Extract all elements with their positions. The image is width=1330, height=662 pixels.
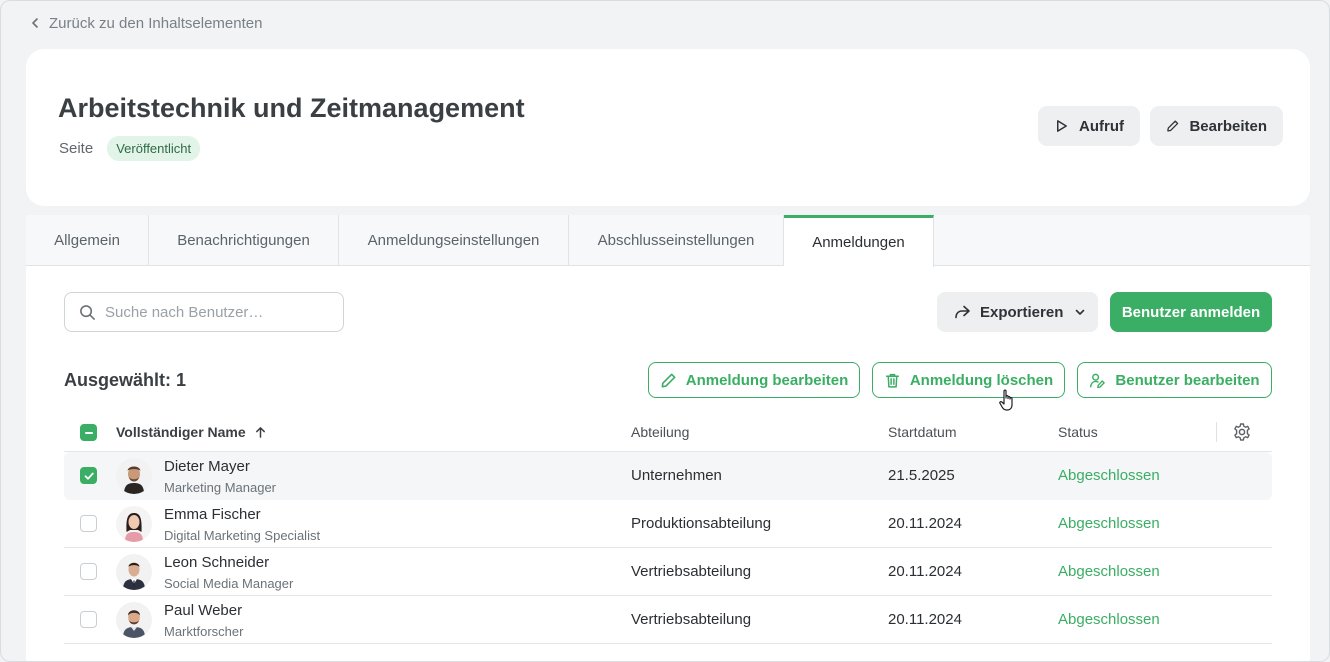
edit-user-label: Benutzer bearbeiten <box>1115 371 1260 389</box>
department-cell: Unternehmen <box>631 467 722 484</box>
avatar <box>116 506 152 542</box>
call-button-label: Aufruf <box>1079 117 1124 135</box>
chevron-down-icon <box>1076 309 1085 315</box>
meta-row: Seite Veröffentlicht <box>59 136 201 161</box>
row-checkbox[interactable] <box>80 467 97 484</box>
user-name: Dieter Mayer <box>164 458 250 475</box>
start-date-cell: 20.11.2024 <box>888 563 962 580</box>
column-header-name[interactable]: Vollständiger Name <box>116 424 267 440</box>
row-checkbox[interactable] <box>80 515 97 532</box>
start-date-cell: 21.5.2025 <box>888 467 955 484</box>
edit-button-label: Bearbeiten <box>1189 117 1267 135</box>
column-header-name-label: Vollständiger Name <box>116 424 246 440</box>
back-link-label: Zurück zu den Inhaltselementen <box>49 14 263 32</box>
trash-icon <box>885 373 899 388</box>
enroll-user-button[interactable]: Benutzer anmelden <box>1110 292 1272 332</box>
avatar-image <box>116 458 152 494</box>
user-name: Paul Weber <box>164 602 243 619</box>
user-role: Social Media Manager <box>164 576 294 591</box>
search-box <box>64 292 344 332</box>
tab-bar: Allgemein Benachrichtigungen Anmeldungse… <box>26 215 1310 267</box>
user-role: Digital Marketing Specialist <box>164 528 321 543</box>
gear-icon[interactable] <box>1232 422 1252 442</box>
user-name: Emma Fischer <box>164 506 261 523</box>
start-date-cell: 20.11.2024 <box>888 515 962 532</box>
user-name: Leon Schneider <box>164 554 270 571</box>
share-icon <box>955 305 970 319</box>
select-all-checkbox[interactable] <box>80 424 97 441</box>
department-cell: Vertriebsabteilung <box>631 611 752 628</box>
table-header: Vollständiger Name Abteilung Startdatum … <box>64 412 1272 452</box>
call-button[interactable]: Aufruf <box>1038 106 1140 146</box>
page-title: Arbeitstechnik und Zeitmanagement <box>58 93 525 123</box>
header-divider <box>1216 422 1217 442</box>
edit-user-button[interactable]: Benutzer bearbeiten <box>1077 362 1272 398</box>
edit-enrollment-label: Anmeldung bearbeiten <box>685 371 849 389</box>
avatar <box>116 458 152 494</box>
avatar-image <box>116 602 152 638</box>
enrollments-table: Vollständiger Name Abteilung Startdatum … <box>64 412 1272 644</box>
back-link[interactable]: Zurück zu den Inhaltselementen <box>29 13 262 33</box>
main-panel: Allgemein Benachrichtigungen Anmeldungse… <box>26 215 1310 661</box>
table-row[interactable]: Paul Weber Marktforscher Vertriebsabteil… <box>64 596 1272 644</box>
avatar <box>116 602 152 638</box>
pencil-icon <box>1167 120 1179 132</box>
selection-count: Ausgewählt: 1 <box>64 370 187 390</box>
tab-anmeldungen[interactable]: Anmeldungen <box>784 215 934 267</box>
app-window: Zurück zu den Inhaltselementen Arbeitste… <box>0 0 1330 662</box>
status-badge: Veröffentlicht <box>107 136 201 161</box>
export-button[interactable]: Exportieren <box>937 292 1098 332</box>
department-cell: Produktionsabteilung <box>631 515 772 532</box>
tab-benachrichtigungen[interactable]: Benachrichtigungen <box>149 215 339 266</box>
delete-enrollment-button[interactable]: Anmeldung löschen <box>872 362 1065 398</box>
status-cell: Abgeschlossen <box>1058 467 1160 484</box>
table-row[interactable]: Dieter Mayer Marketing Manager Unternehm… <box>64 452 1272 500</box>
user-role: Marketing Manager <box>164 480 276 495</box>
row-checkbox[interactable] <box>80 563 97 580</box>
status-cell: Abgeschlossen <box>1058 563 1160 580</box>
delete-enrollment-label: Anmeldung löschen <box>909 371 1054 389</box>
avatar-image <box>116 554 152 590</box>
chevron-left-icon <box>32 18 38 28</box>
table-row[interactable]: Leon Schneider Social Media Manager Vert… <box>64 548 1272 596</box>
tab-anmeldungseinstellungen[interactable]: Anmeldungseinstellungen <box>339 215 569 266</box>
user-edit-icon <box>1090 373 1106 388</box>
status-cell: Abgeschlossen <box>1058 611 1160 628</box>
tab-allgemein[interactable]: Allgemein <box>26 215 149 266</box>
search-input[interactable] <box>105 303 325 321</box>
tab-abschlusseinstellungen[interactable]: Abschlusseinstellungen <box>569 215 784 266</box>
department-cell: Vertriebsabteilung <box>631 563 752 580</box>
avatar-image <box>116 506 152 542</box>
row-checkbox[interactable] <box>80 611 97 628</box>
arrow-up-icon <box>255 426 265 438</box>
content-type: Seite <box>59 140 94 157</box>
header-card: Arbeitstechnik und Zeitmanagement Seite … <box>26 49 1310 206</box>
pencil-icon <box>661 373 676 387</box>
table-row[interactable]: Emma Fischer Digital Marketing Specialis… <box>64 500 1272 548</box>
play-icon <box>1057 120 1067 132</box>
column-header-start[interactable]: Startdatum <box>888 424 956 440</box>
start-date-cell: 20.11.2024 <box>888 611 962 628</box>
export-button-label: Exportieren <box>980 303 1064 321</box>
edit-button[interactable]: Bearbeiten <box>1150 106 1283 146</box>
avatar <box>116 554 152 590</box>
edit-enrollment-button[interactable]: Anmeldung bearbeiten <box>648 362 860 398</box>
user-role: Marktforscher <box>164 624 244 639</box>
status-cell: Abgeschlossen <box>1058 515 1160 532</box>
check-icon <box>84 472 94 480</box>
minus-icon <box>84 431 93 434</box>
column-header-department[interactable]: Abteilung <box>631 424 689 440</box>
column-header-status[interactable]: Status <box>1058 424 1098 440</box>
search-icon <box>80 304 95 320</box>
